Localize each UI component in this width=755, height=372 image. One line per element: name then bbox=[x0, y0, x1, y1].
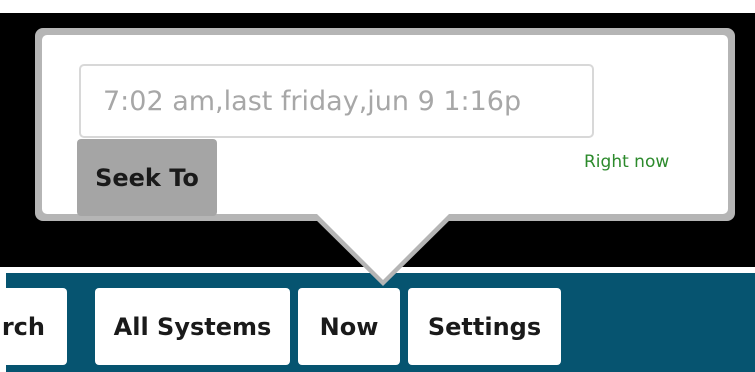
nav-now-button[interactable]: Now bbox=[298, 288, 400, 365]
nav-now-label: Now bbox=[319, 312, 379, 341]
right-now-link[interactable]: Right now bbox=[584, 152, 669, 172]
nav-all-systems-button[interactable]: All Systems bbox=[95, 288, 290, 365]
nav-search-label: rch bbox=[1, 312, 45, 341]
popup-pointer bbox=[316, 213, 450, 280]
seek-to-label: Seek To bbox=[95, 163, 199, 192]
seek-time-input[interactable] bbox=[79, 64, 594, 138]
page: rch All Systems Now Settings Seek To Rig… bbox=[0, 0, 755, 372]
seek-to-button[interactable]: Seek To bbox=[77, 139, 217, 216]
nav-settings-button[interactable]: Settings bbox=[408, 288, 561, 365]
nav-all-systems-label: All Systems bbox=[113, 312, 272, 341]
nav-settings-label: Settings bbox=[427, 312, 542, 341]
nav-search-button[interactable]: rch bbox=[0, 288, 67, 365]
